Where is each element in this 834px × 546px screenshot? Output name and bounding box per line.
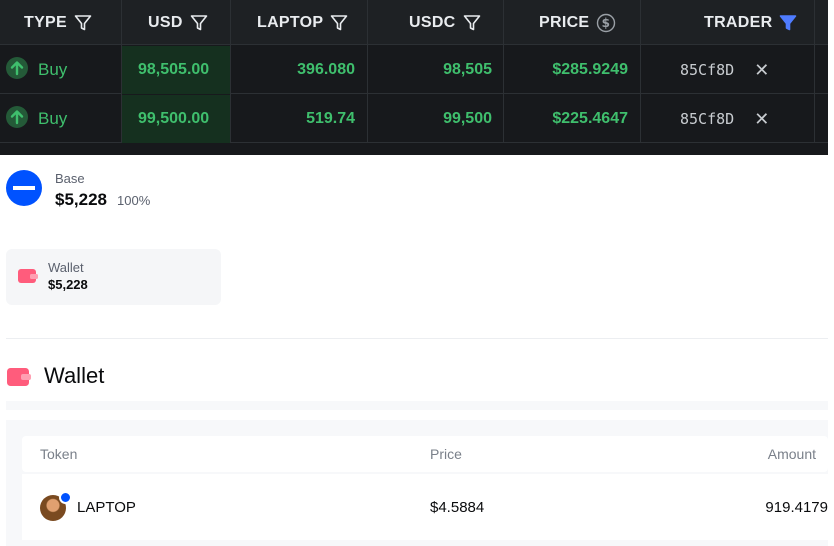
filter-active-icon[interactable] (779, 14, 797, 32)
trade-usdc: 99,500 (443, 110, 492, 127)
token-name: LAPTOP (77, 498, 136, 516)
network-name: Base (55, 171, 85, 186)
trades-table-header: TYPE USD LAPTOP USDC PRICE $ TRADER (0, 0, 828, 45)
wallet-card[interactable]: Wallet $5,228 (6, 249, 221, 305)
trade-row[interactable]: Buy 98,505.00 396.080 98,505 $285.9249 8… (0, 46, 828, 94)
column-header-price[interactable]: Price (430, 436, 462, 472)
wallet-icon (7, 367, 31, 392)
section-divider (6, 338, 828, 339)
token-amount: 919.4179 (765, 498, 828, 516)
filter-icon[interactable] (330, 14, 348, 32)
dollar-coin-icon[interactable]: $ (596, 13, 616, 33)
base-network-badge-icon (59, 491, 72, 504)
section-separator (6, 401, 828, 410)
column-header-usdc-label: USDC (409, 13, 456, 31)
trade-laptop: 519.74 (306, 110, 355, 127)
wallet-icon (18, 268, 38, 289)
column-header-usd[interactable]: USD (148, 0, 208, 45)
token-price: $4.5884 (430, 498, 485, 516)
trade-row[interactable]: Buy 99,500.00 519.74 99,500 $225.4647 85… (0, 95, 828, 143)
trade-type: Buy (6, 46, 67, 94)
column-header-type[interactable]: TYPE (24, 0, 92, 45)
column-header-trader[interactable]: TRADER (704, 0, 797, 45)
close-icon[interactable]: ✕ (754, 60, 769, 81)
network-percent: 100% (117, 193, 151, 208)
trade-trader: 85Cf8D ✕ (680, 46, 769, 94)
base-network-icon (6, 170, 42, 206)
column-header-amount[interactable]: Amount (768, 436, 816, 472)
column-header-price-label: PRICE (539, 13, 590, 31)
network-balance: $5,228 (55, 190, 107, 209)
column-header-usdc[interactable]: USDC (409, 0, 481, 45)
trade-price: $225.4647 (552, 110, 628, 127)
wallet-card-value: $5,228 (48, 277, 88, 292)
trade-laptop: 396.080 (297, 61, 355, 78)
filter-icon[interactable] (463, 14, 481, 32)
column-header-usd-label: USD (148, 13, 183, 31)
close-icon[interactable]: ✕ (754, 109, 769, 130)
trade-trader: 85Cf8D ✕ (680, 95, 769, 143)
trade-type-label: Buy (38, 109, 68, 128)
arrow-up-icon (6, 105, 28, 133)
trade-type-label: Buy (38, 60, 68, 79)
trader-address[interactable]: 85Cf8D (680, 61, 734, 79)
column-header-laptop-label: LAPTOP (257, 13, 324, 31)
column-header-token[interactable]: Token (40, 436, 77, 472)
trade-usd: 98,505.00 (138, 61, 210, 78)
column-header-trader-label: TRADER (704, 13, 773, 31)
filter-icon[interactable] (190, 14, 208, 32)
trade-usdc: 98,505 (443, 61, 492, 78)
trade-usd: 99,500.00 (138, 110, 210, 127)
column-header-laptop[interactable]: LAPTOP (257, 0, 348, 45)
arrow-up-icon (6, 56, 28, 84)
trade-type: Buy (6, 95, 67, 143)
column-header-price[interactable]: PRICE $ (539, 0, 616, 45)
wallet-card-label: Wallet (48, 260, 84, 275)
token-table: Token Price Amount LAPTOP $4.5884 919.41… (6, 420, 828, 546)
trader-address[interactable]: 85Cf8D (680, 110, 734, 128)
token-table-header: Token Price Amount (22, 436, 828, 472)
column-header-type-label: TYPE (24, 13, 67, 31)
trade-price: $285.9249 (552, 61, 628, 78)
svg-text:$: $ (602, 16, 611, 30)
filter-icon[interactable] (74, 14, 92, 32)
token-row[interactable]: LAPTOP $4.5884 919.4179 (22, 474, 828, 540)
trades-table: TYPE USD LAPTOP USDC PRICE $ TRADER Buy … (0, 0, 828, 155)
wallet-section-title: Wallet (44, 363, 105, 388)
